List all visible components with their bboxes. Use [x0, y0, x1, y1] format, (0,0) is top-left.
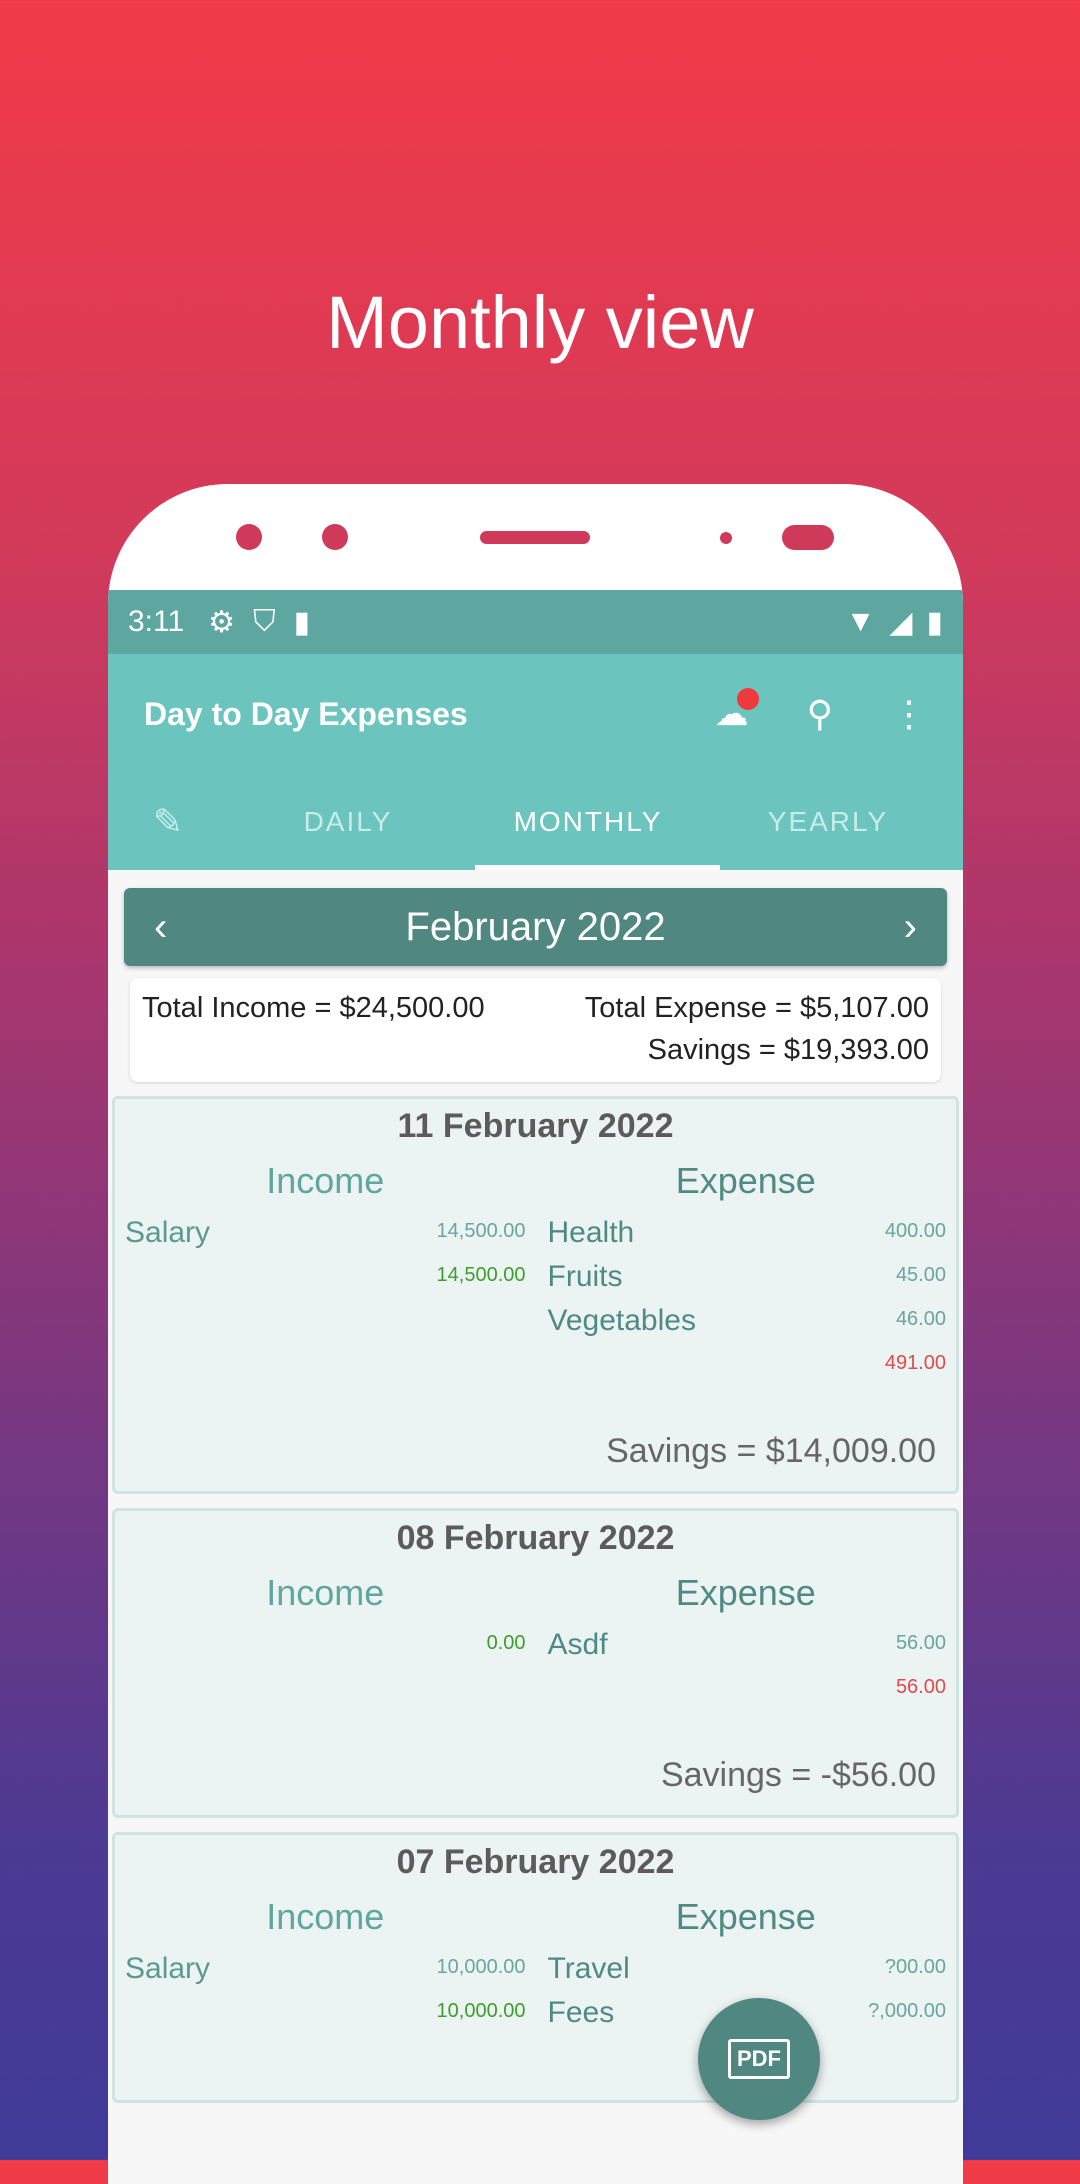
expense-category: Asdf: [547, 1628, 608, 1661]
signal-icon: ◢: [889, 605, 913, 639]
month-label: February 2022: [405, 904, 666, 949]
income-column: Income Salary 10,000.00 10,000.00: [115, 1896, 536, 2040]
screen: 3:11 ⚙ ⛉ ▮ ▼ ◢ ▮ Day to Day Expenses ☁ ⚲…: [108, 590, 963, 2184]
expense-category: Fees: [547, 1996, 615, 2029]
month-navigator: ‹ February 2022 ›: [124, 888, 947, 966]
income-header: Income: [266, 1160, 385, 1201]
day-date: 07 February 2022: [396, 1843, 675, 1881]
income-header: Income: [266, 1572, 385, 1613]
expense-column: Expense Health 400.00 Fruits 45.00 Veget…: [536, 1160, 957, 1392]
sensor-small: [720, 532, 732, 544]
expense-amount: 400.00: [884, 1220, 946, 1242]
expense-column: Expense Asdf 56.00 56.00: [536, 1572, 957, 1716]
expense-amount: ?,000.00: [868, 2000, 946, 2022]
tab-bar: ✎ DAILY MONTHLY YEARLY: [108, 774, 963, 870]
more-vert-icon[interactable]: ⋮: [891, 693, 927, 735]
expense-total: 491.00: [884, 1352, 946, 1374]
edit-pencil-icon[interactable]: ✎: [108, 801, 228, 843]
day-card[interactable]: 11 February 2022 Income Salary 14,500.00…: [112, 1096, 959, 1494]
expense-row[interactable]: Travel ?00.00: [536, 1952, 957, 1996]
expense-header: Expense: [675, 1160, 816, 1201]
expense-category: Vegetables: [547, 1304, 696, 1337]
pdf-icon: PDF: [728, 2039, 790, 2079]
camera-dot: [236, 524, 262, 550]
day-card[interactable]: 08 February 2022 Income 0.00 Expense Asd…: [112, 1508, 959, 1818]
day-savings: [115, 2080, 956, 2100]
gear-icon: ⚙: [208, 605, 236, 639]
expense-amount: ?00.00: [884, 1956, 946, 1978]
income-category: Salary: [125, 1952, 211, 1985]
wifi-icon: ▼: [845, 605, 876, 638]
income-category: Salary: [125, 1216, 211, 1249]
income-amount: 10,000.00: [436, 1956, 526, 1978]
income-total-row: 14,500.00: [115, 1260, 536, 1304]
status-time: 3:11: [128, 605, 185, 638]
expense-header: Expense: [675, 1896, 816, 1937]
app-bar: Day to Day Expenses ☁ ⚲ ⋮: [108, 654, 963, 774]
tab-daily[interactable]: DAILY: [228, 806, 468, 838]
front-camera: [782, 525, 834, 550]
expense-row[interactable]: Vegetables 46.00: [536, 1304, 957, 1348]
expense-category: Fruits: [547, 1260, 623, 1293]
export-pdf-button[interactable]: PDF: [698, 1998, 820, 2120]
tab-monthly[interactable]: MONTHLY: [468, 806, 708, 838]
expense-category: Health: [547, 1216, 635, 1249]
notification-dot: [736, 688, 759, 710]
expense-row[interactable]: Asdf 56.00: [536, 1628, 957, 1672]
shield-play-icon: ⛉: [253, 605, 276, 638]
income-amount: 14,500.00: [436, 1220, 526, 1242]
total-savings: Savings = $19,393.00: [647, 1034, 929, 1066]
tab-yearly[interactable]: YEARLY: [708, 806, 948, 838]
day-card[interactable]: 07 February 2022 Income Salary 10,000.00…: [112, 1832, 959, 2103]
income-row[interactable]: Salary 10,000.00: [115, 1952, 536, 1996]
phone-frame: 3:11 ⚙ ⛉ ▮ ▼ ◢ ▮ Day to Day Expenses ☁ ⚲…: [108, 484, 963, 2184]
battery-icon: ▮: [926, 605, 943, 639]
sensor-dot: [322, 524, 348, 550]
expense-amount: 46.00: [895, 1308, 946, 1330]
day-date: 08 February 2022: [396, 1519, 675, 1557]
income-total: 10,000.00: [436, 2000, 526, 2022]
sd-card-icon: ▮: [293, 605, 311, 639]
expense-row[interactable]: Fruits 45.00: [536, 1260, 957, 1304]
expense-total-row: 56.00: [536, 1672, 957, 1716]
prev-month-button[interactable]: ‹: [154, 905, 167, 950]
speaker-grill: [480, 531, 590, 544]
day-savings: Savings = $14,009.00: [606, 1432, 936, 1470]
income-header: Income: [266, 1896, 385, 1937]
income-column: Income Salary 14,500.00 14,500.00: [115, 1160, 536, 1392]
income-row[interactable]: Salary 14,500.00: [115, 1216, 536, 1260]
total-expense: Total Expense = $5,107.00: [584, 992, 929, 1024]
total-income: Total Income = $24,500.00: [142, 992, 485, 1024]
income-column: Income 0.00: [115, 1572, 536, 1716]
day-date: 11 February 2022: [397, 1107, 674, 1145]
expense-row[interactable]: Health 400.00: [536, 1216, 957, 1260]
search-icon[interactable]: ⚲: [807, 693, 833, 735]
expense-total: 56.00: [895, 1676, 946, 1698]
expense-total-row: 491.00: [536, 1348, 957, 1392]
expense-header: Expense: [675, 1572, 816, 1613]
income-total-row: 10,000.00: [115, 1996, 536, 2040]
cloud-upload-icon[interactable]: ☁: [715, 688, 759, 734]
expense-category: Travel: [547, 1952, 630, 1985]
status-bar: 3:11 ⚙ ⛉ ▮ ▼ ◢ ▮: [108, 590, 963, 654]
app-title: Day to Day Expenses: [144, 695, 468, 732]
day-savings: Savings = -$56.00: [660, 1756, 936, 1794]
headline: Monthly view: [326, 281, 754, 364]
tab-indicator: [475, 865, 720, 870]
totals-summary: Total Income = $24,500.00 Total Expense …: [130, 978, 941, 1082]
income-total: 0.00: [486, 1632, 526, 1654]
expense-amount: 45.00: [895, 1264, 946, 1286]
income-total-row: 0.00: [115, 1628, 536, 1672]
next-month-button[interactable]: ›: [904, 905, 917, 950]
income-total: 14,500.00: [436, 1264, 526, 1286]
expense-amount: 56.00: [895, 1632, 946, 1654]
